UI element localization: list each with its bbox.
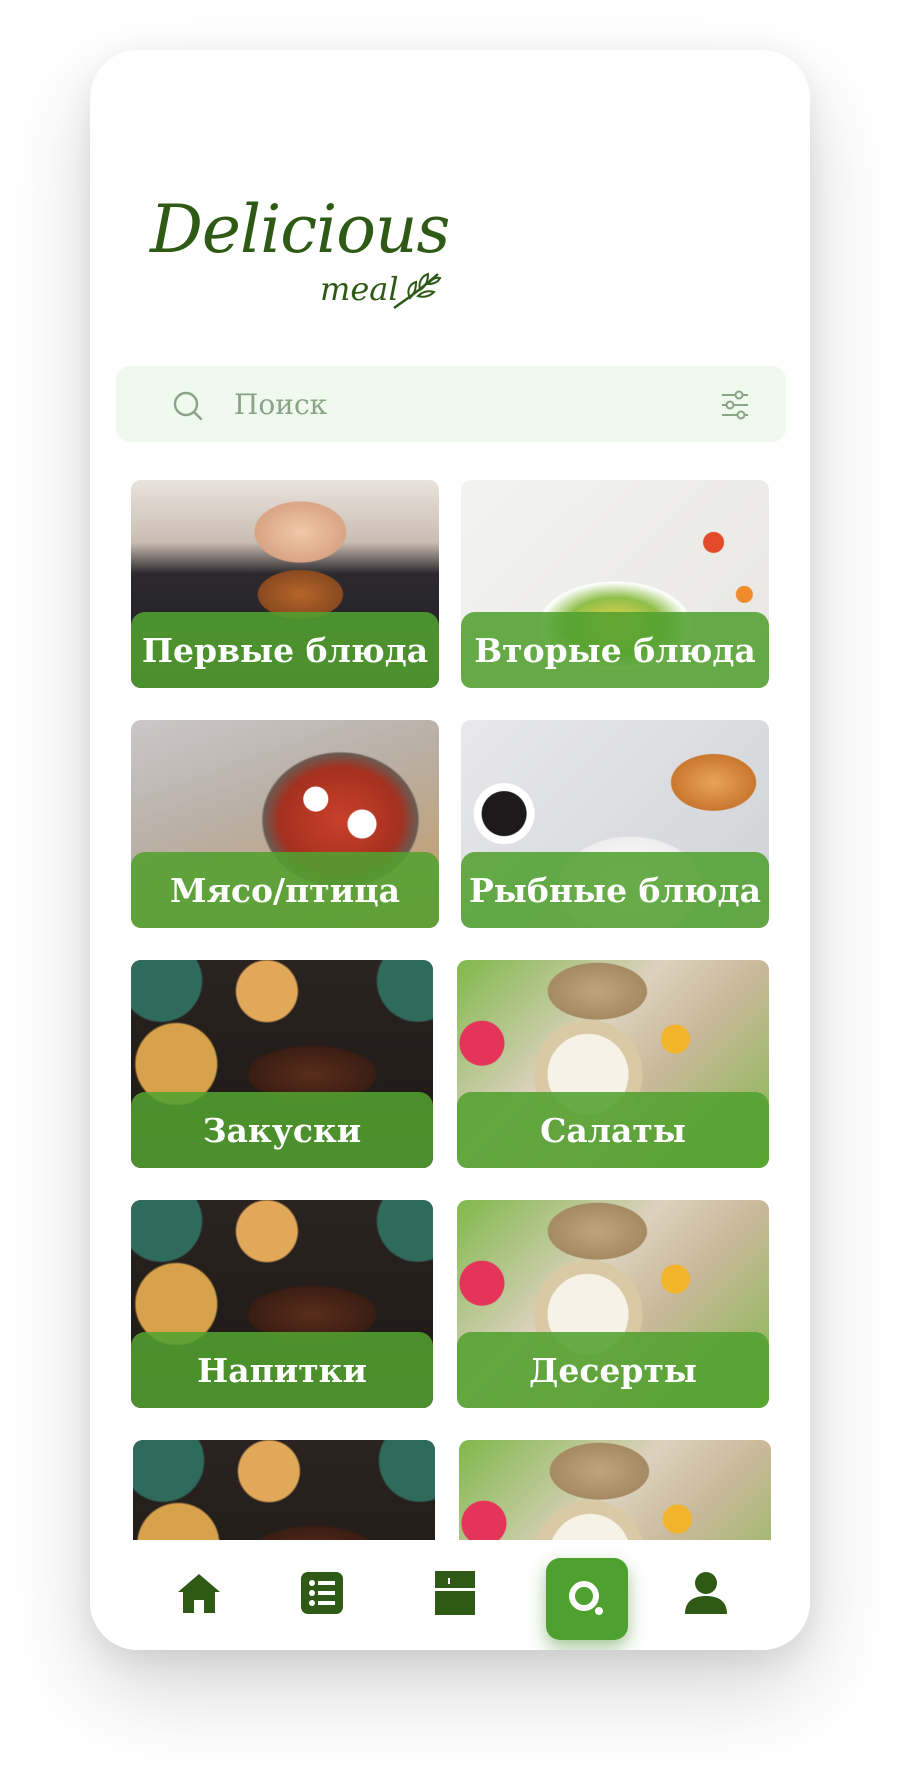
search-nav-button[interactable] bbox=[546, 1558, 628, 1640]
category-label-bar: Мясо/птица bbox=[131, 852, 439, 928]
category-label-bar: Первые блюда bbox=[131, 612, 439, 688]
phone-frame: Delicious meal Первые блюда bbox=[90, 50, 810, 1650]
category-label-bar: Напитки bbox=[131, 1332, 433, 1408]
category-card[interactable]: Вторые блюда bbox=[461, 480, 769, 688]
category-label-bar: Десерты bbox=[457, 1332, 769, 1408]
search-icon bbox=[569, 1581, 603, 1615]
category-card[interactable]: Салаты bbox=[457, 960, 769, 1168]
category-label: Десерты bbox=[528, 1350, 698, 1390]
category-card[interactable] bbox=[459, 1440, 771, 1540]
category-card[interactable]: Первые блюда bbox=[131, 480, 439, 688]
category-label: Мясо/птица bbox=[170, 870, 400, 910]
category-label: Салаты bbox=[540, 1110, 686, 1150]
category-card[interactable]: Мясо/птица bbox=[131, 720, 439, 928]
category-grid: Первые блюда Вторые блюда Мясо/птица Рыб… bbox=[90, 50, 810, 1540]
bottom-navigation bbox=[90, 1540, 810, 1650]
category-label-bar: Закуски bbox=[131, 1092, 433, 1168]
list-icon[interactable] bbox=[299, 1570, 345, 1616]
fridge-icon[interactable] bbox=[432, 1570, 478, 1616]
category-label: Вторые блюда bbox=[474, 630, 756, 670]
category-label: Рыбные блюда bbox=[468, 870, 762, 910]
category-card[interactable]: Десерты bbox=[457, 1200, 769, 1408]
category-label-bar: Вторые блюда bbox=[461, 612, 769, 688]
user-icon[interactable] bbox=[683, 1570, 729, 1616]
category-label: Напитки bbox=[197, 1350, 367, 1390]
category-label: Первые блюда bbox=[141, 630, 429, 670]
category-label-bar: Салаты bbox=[457, 1092, 769, 1168]
category-label-bar: Рыбные блюда bbox=[461, 852, 769, 928]
category-card[interactable]: Рыбные блюда bbox=[461, 720, 769, 928]
feast-table-photo bbox=[133, 1440, 435, 1540]
home-icon[interactable] bbox=[176, 1570, 222, 1616]
category-label: Закуски bbox=[202, 1110, 362, 1150]
category-card[interactable] bbox=[133, 1440, 435, 1540]
category-card[interactable]: Напитки bbox=[131, 1200, 433, 1408]
category-card[interactable]: Закуски bbox=[131, 960, 433, 1168]
dip-platter-photo bbox=[459, 1440, 771, 1540]
